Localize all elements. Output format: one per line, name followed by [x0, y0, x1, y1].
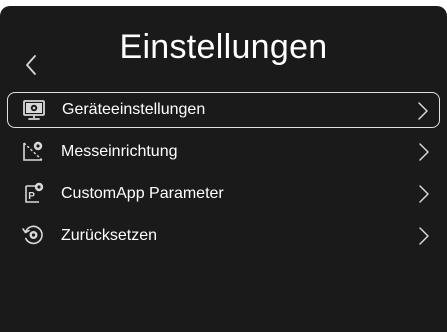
svg-text:P: P [28, 191, 35, 202]
settings-menu: Geräteeinstellungen Messeinrichtung P Cu… [0, 92, 447, 260]
menu-item-device-settings[interactable]: Geräteeinstellungen [7, 92, 440, 128]
menu-item-label: Messeinrichtung [61, 143, 178, 160]
chevron-right-icon [418, 226, 430, 246]
menu-item-measurement-setup[interactable]: Messeinrichtung [7, 134, 440, 170]
settings-screen: Einstellungen Geräteeinstellungen Messei… [0, 6, 447, 332]
menu-item-customapp-parameter[interactable]: P CustomApp Parameter [7, 176, 440, 212]
menu-item-label: Geräteeinstellungen [62, 101, 206, 118]
menu-item-reset[interactable]: Zurücksetzen [7, 218, 440, 254]
device-frame: Einstellungen Geräteeinstellungen Messei… [0, 0, 447, 332]
chevron-right-icon [418, 184, 430, 204]
reset-gear-icon [21, 223, 45, 247]
page-title: Einstellungen [119, 28, 328, 66]
menu-item-label: Zurücksetzen [61, 227, 158, 244]
measurement-gear-icon [21, 139, 45, 163]
monitor-gear-icon [22, 98, 46, 122]
parameter-gear-icon: P [21, 181, 45, 205]
chevron-right-icon [417, 101, 429, 121]
chevron-right-icon [418, 142, 430, 162]
menu-item-label: CustomApp Parameter [61, 185, 224, 202]
